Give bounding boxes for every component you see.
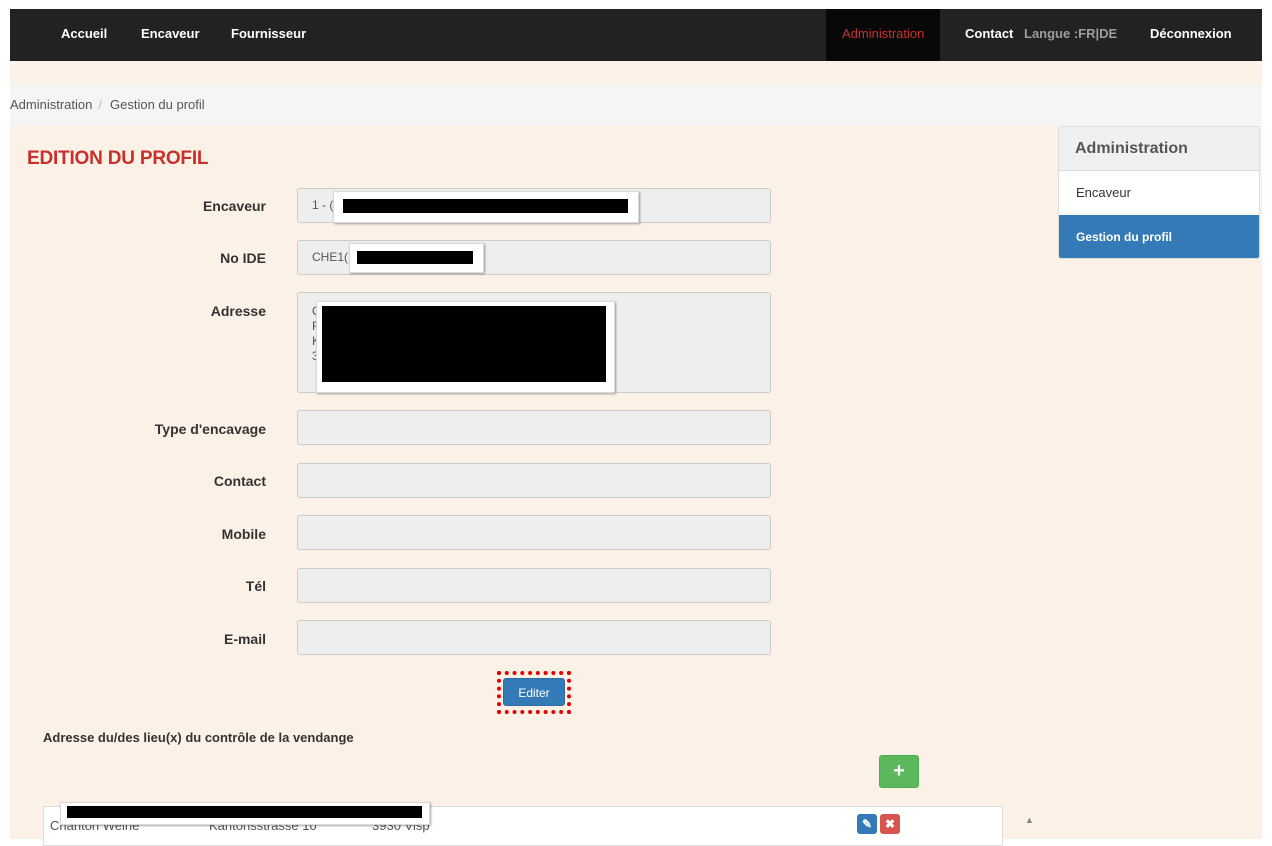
email-label: E-mail [223, 631, 266, 647]
nav-contact[interactable]: Contact [965, 9, 1013, 61]
nav-deconnexion[interactable]: Déconnexion [1150, 9, 1232, 61]
adresse-label: Adresse [210, 303, 266, 319]
breadcrumb-administration[interactable]: Administration [10, 97, 92, 112]
scroll-up-icon[interactable]: ▲ [1025, 815, 1034, 825]
edit-row-icon[interactable]: ✎ [857, 814, 877, 834]
delete-row-icon[interactable]: ✖ [880, 814, 900, 834]
section-title-controle: Adresse du/des lieu(x) du contrôle de la… [43, 730, 354, 745]
encaveur-label: Encaveur [202, 198, 266, 214]
nav-langue[interactable]: Langue :FR|DE [1024, 9, 1117, 61]
nav-accueil[interactable]: Accueil [61, 9, 107, 61]
tel-label: Tél [245, 578, 266, 594]
mobile-field [297, 515, 771, 550]
page-title: EDITION DU PROFIL [27, 148, 209, 169]
breadcrumb-separator: / [98, 97, 102, 112]
highlight-box [497, 671, 571, 714]
sidebar-item-encaveur[interactable]: Encaveur [1059, 171, 1259, 215]
type-encavage-field [297, 410, 771, 445]
redaction-bar [357, 251, 473, 264]
breadcrumb: Administration / Gestion du profil [10, 84, 1262, 126]
add-location-button[interactable]: + [879, 755, 919, 788]
email-field [297, 620, 771, 655]
nav-encaveur[interactable]: Encaveur [141, 9, 200, 61]
type-encavage-label: Type d'encavage [154, 421, 266, 437]
mobile-label: Mobile [221, 526, 266, 542]
breadcrumb-current: Gestion du profil [110, 97, 205, 112]
redaction-bar [322, 306, 606, 382]
encaveur-value: 1 - ( [312, 198, 334, 212]
nav-fournisseur[interactable]: Fournisseur [231, 9, 306, 61]
admin-sidebar: Administration Encaveur Gestion du profi… [1058, 126, 1260, 259]
redaction-bar [343, 199, 628, 213]
sidebar-title: Administration [1059, 127, 1259, 171]
redaction-bar [67, 806, 422, 818]
no-ide-value: CHE1( [312, 250, 349, 264]
contact-label: Contact [213, 473, 266, 489]
sidebar-item-gestion-profil[interactable]: Gestion du profil [1059, 215, 1259, 258]
top-navbar: Accueil Encaveur Fournisseur Administrat… [10, 9, 1262, 62]
tel-field [297, 568, 771, 603]
contact-field [297, 463, 771, 498]
no-ide-label: No IDE [220, 250, 266, 266]
nav-administration[interactable]: Administration [826, 9, 941, 61]
